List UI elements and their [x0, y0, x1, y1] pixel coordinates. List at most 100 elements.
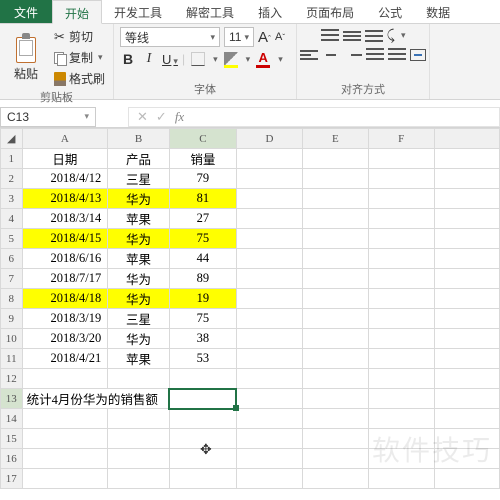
cell-sales[interactable]: 53: [169, 349, 236, 369]
font-color-button[interactable]: A: [256, 52, 270, 66]
cell-product[interactable]: 苹果: [108, 249, 170, 269]
cell-date[interactable]: 2018/4/15: [22, 229, 108, 249]
borders-button[interactable]: [191, 52, 205, 66]
copy-button[interactable]: 复制▾: [52, 48, 107, 67]
row-header[interactable]: 12: [1, 369, 23, 389]
cell-product[interactable]: 华为: [108, 229, 170, 249]
cell-date[interactable]: 2018/4/13: [22, 189, 108, 209]
grid[interactable]: ◢ A B C D E F 1 日期 产品 销量 22018/4/12三星793…: [0, 128, 500, 489]
cell-product[interactable]: 华为: [108, 289, 170, 309]
cell-product[interactable]: 三星: [108, 169, 170, 189]
row-header[interactable]: 14: [1, 409, 23, 429]
name-box[interactable]: C13▾: [0, 107, 96, 127]
merge-button[interactable]: [410, 49, 426, 61]
cut-button[interactable]: ✂ 剪切: [52, 27, 107, 46]
align-bottom-button[interactable]: [365, 29, 383, 43]
row-header[interactable]: 9: [1, 309, 23, 329]
increase-font-icon[interactable]: Aˆ: [258, 30, 271, 45]
tab-home[interactable]: 开始: [52, 0, 102, 24]
increase-indent-button[interactable]: [388, 48, 406, 62]
tab-formulas[interactable]: 公式: [366, 0, 414, 23]
row-header[interactable]: 13: [1, 389, 23, 409]
orientation-button[interactable]: ⤹: [387, 27, 395, 44]
enter-icon[interactable]: ✓: [156, 109, 167, 125]
row-header[interactable]: 2: [1, 169, 23, 189]
col-header-F[interactable]: F: [368, 129, 434, 149]
cell-sales[interactable]: 75: [169, 229, 236, 249]
col-header-A[interactable]: A: [22, 129, 108, 149]
row-header[interactable]: 1: [1, 149, 23, 169]
cell-date[interactable]: 2018/3/14: [22, 209, 108, 229]
row-header[interactable]: 7: [1, 269, 23, 289]
row-header[interactable]: 11: [1, 349, 23, 369]
cell-sales[interactable]: 79: [169, 169, 236, 189]
formula-input[interactable]: [192, 107, 500, 127]
cell-product[interactable]: 华为: [108, 329, 170, 349]
fx-icon[interactable]: fx: [175, 109, 184, 125]
row-header[interactable]: 15: [1, 429, 23, 449]
header-cell[interactable]: 销量: [169, 149, 236, 169]
cancel-icon[interactable]: ✕: [137, 109, 148, 125]
paste-button[interactable]: 粘贴: [6, 33, 46, 82]
cell-sales[interactable]: 19: [169, 289, 236, 309]
cell-sales[interactable]: 75: [169, 309, 236, 329]
row-header[interactable]: 4: [1, 209, 23, 229]
cell-sales[interactable]: 44: [169, 249, 236, 269]
align-left-button[interactable]: [300, 48, 318, 62]
align-right-button[interactable]: [344, 48, 362, 62]
underline-button[interactable]: U▾: [162, 52, 176, 67]
col-header-C[interactable]: C: [169, 129, 236, 149]
cell-date[interactable]: 2018/7/17: [22, 269, 108, 289]
tab-developer[interactable]: 开发工具: [102, 0, 174, 23]
table-row: 112018/4/21苹果53: [1, 349, 500, 369]
cell-sales[interactable]: 81: [169, 189, 236, 209]
row-header[interactable]: 5: [1, 229, 23, 249]
align-top-button[interactable]: [321, 29, 339, 43]
select-all-corner[interactable]: ◢: [1, 129, 23, 149]
cell-sales[interactable]: 89: [169, 269, 236, 289]
cell-product[interactable]: 华为: [108, 189, 170, 209]
cell-date[interactable]: 2018/6/16: [22, 249, 108, 269]
cell-product[interactable]: 三星: [108, 309, 170, 329]
tab-page-layout[interactable]: 页面布局: [294, 0, 366, 23]
col-header-E[interactable]: E: [302, 129, 368, 149]
fill-handle[interactable]: [233, 405, 239, 411]
cell-date[interactable]: 2018/4/21: [22, 349, 108, 369]
cell-sales[interactable]: 27: [169, 209, 236, 229]
cell-product[interactable]: 华为: [108, 269, 170, 289]
col-header-G[interactable]: [434, 129, 499, 149]
cell-product[interactable]: 苹果: [108, 349, 170, 369]
header-cell[interactable]: 产品: [108, 149, 170, 169]
row-header[interactable]: 17: [1, 469, 23, 489]
align-center-button[interactable]: [322, 48, 340, 62]
bold-button[interactable]: B: [120, 51, 136, 67]
row-header[interactable]: 10: [1, 329, 23, 349]
col-header-B[interactable]: B: [108, 129, 170, 149]
row-header[interactable]: 8: [1, 289, 23, 309]
tab-insert[interactable]: 插入: [246, 0, 294, 23]
tab-file[interactable]: 文件: [0, 0, 52, 23]
cell-date[interactable]: 2018/3/20: [22, 329, 108, 349]
decrease-font-icon[interactable]: Aˇ: [275, 32, 285, 43]
row-header[interactable]: 3: [1, 189, 23, 209]
font-name-select[interactable]: 等线▾: [120, 27, 220, 47]
italic-button[interactable]: I: [142, 51, 156, 67]
cell-date[interactable]: 2018/3/19: [22, 309, 108, 329]
col-header-D[interactable]: D: [236, 129, 302, 149]
fill-color-button[interactable]: [224, 52, 238, 66]
row-header[interactable]: 16: [1, 449, 23, 469]
tab-analyze[interactable]: 解密工具: [174, 0, 246, 23]
tab-data[interactable]: 数据: [414, 0, 462, 23]
align-middle-button[interactable]: [343, 29, 361, 43]
header-cell[interactable]: 日期: [22, 149, 108, 169]
decrease-indent-button[interactable]: [366, 48, 384, 62]
cell-sales[interactable]: 38: [169, 329, 236, 349]
font-size-select[interactable]: 11▾: [224, 27, 254, 47]
cell-product[interactable]: 苹果: [108, 209, 170, 229]
summary-label-cell[interactable]: 统计4月份华为的销售额: [22, 389, 169, 409]
selected-cell[interactable]: [169, 389, 236, 409]
row-header[interactable]: 6: [1, 249, 23, 269]
cell-date[interactable]: 2018/4/18: [22, 289, 108, 309]
cell-date[interactable]: 2018/4/12: [22, 169, 108, 189]
format-painter-button[interactable]: 格式刷: [52, 69, 107, 88]
